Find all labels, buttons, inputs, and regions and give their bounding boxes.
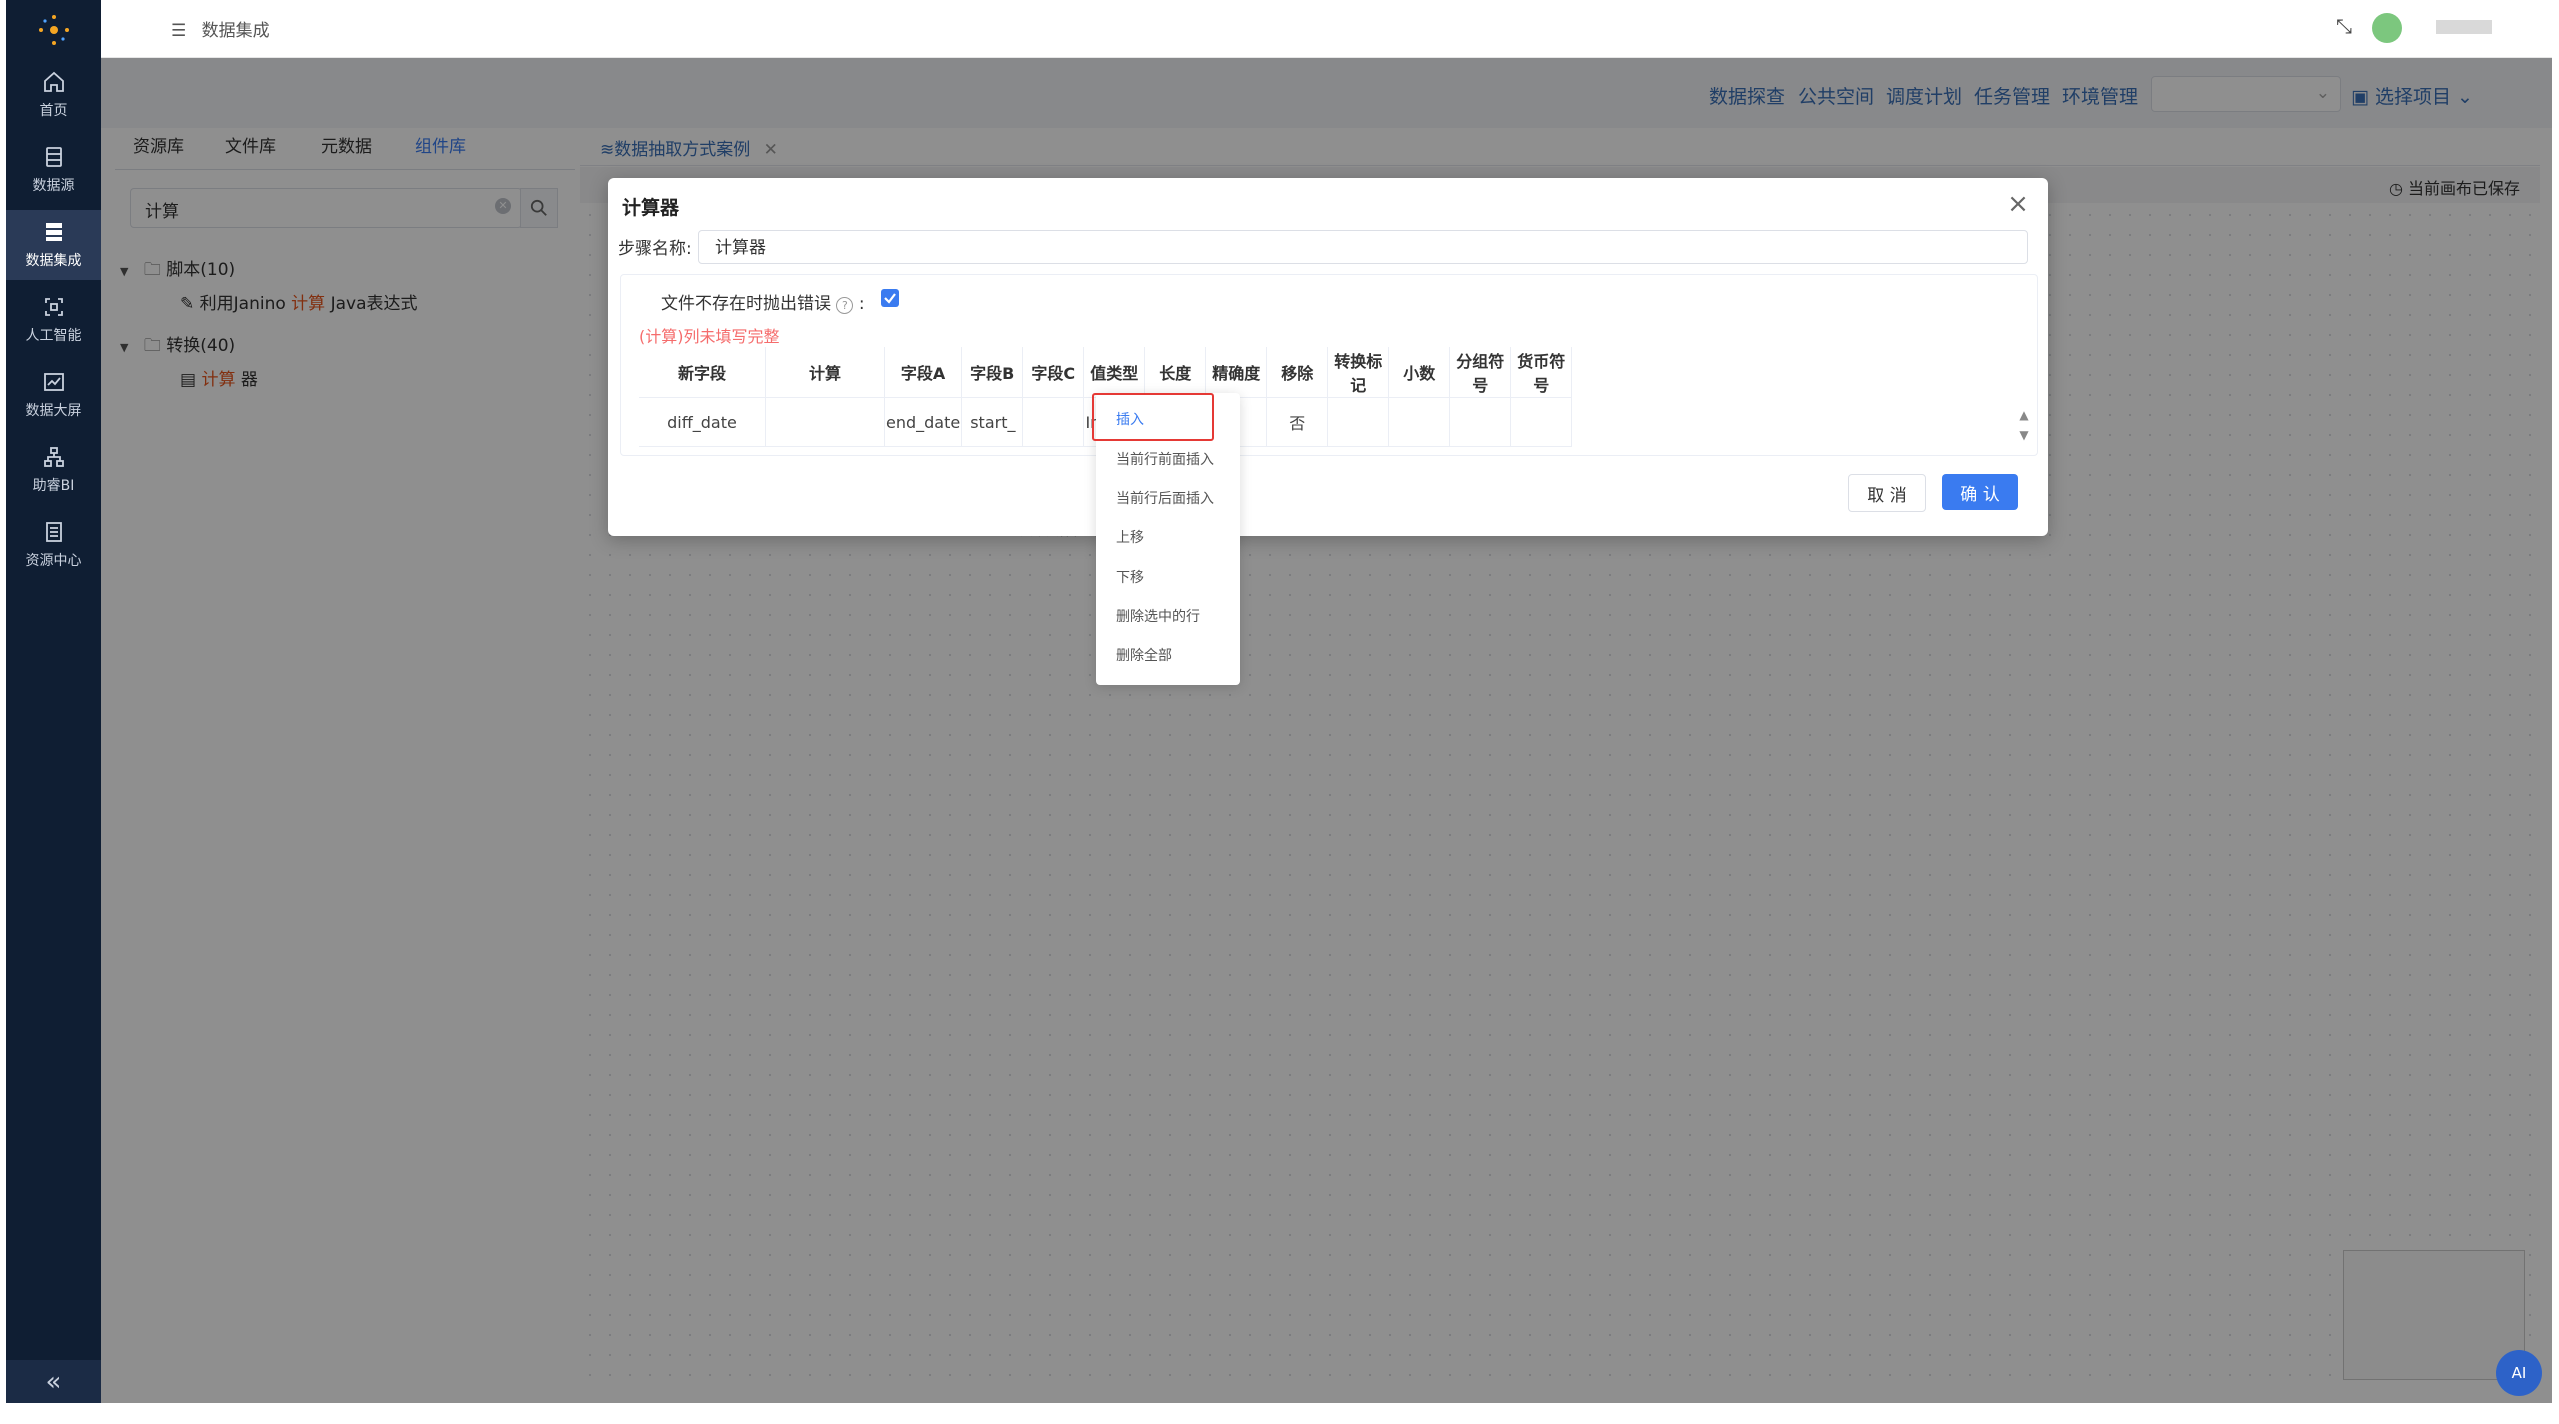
app-logo[interactable] [6,10,101,50]
col-header: 分组符号 [1449,347,1512,398]
cell-grouping[interactable] [1449,397,1512,447]
dialog-title: 计算器 [622,197,680,219]
scroll-down-icon[interactable]: ▼ [2017,425,2031,445]
calc-panel: 文件不存在时抛出错误 ? : (计算)列未填写完整 新字段 计算 字段A 字段B… [620,274,2038,456]
menu-item-insert-after[interactable]: 当前行后面插入 [1116,488,1214,508]
double-chevron-left-icon: « [45,1366,62,1397]
col-header: 字段B [961,347,1024,398]
cell-conversion-mask[interactable] [1327,397,1390,447]
checkmark-icon [884,293,896,304]
validation-error: (计算)列未填写完整 [639,327,780,346]
cell-currency[interactable] [1510,397,1573,447]
cell-field-b[interactable]: start_ [961,397,1024,447]
col-header: 长度 [1144,347,1207,398]
cell-calc[interactable] [765,397,885,447]
table-scrollbar[interactable]: ▲ ▼ [2017,405,2031,455]
close-icon[interactable]: × [2006,191,2030,217]
top-header: ☰ 数据集成 ⤡ [101,0,2552,58]
fullscreen-icon[interactable]: ⤡ [2336,14,2352,38]
database-icon [45,147,62,167]
sidebar-item-bi[interactable]: 助睿BI [6,435,101,505]
sidebar-item-home[interactable]: 首页 [6,60,101,130]
step-name-input[interactable]: 计算器 [698,230,2028,264]
sidebar-item-ai[interactable]: 人工智能 [6,285,101,355]
highlight-box [1092,393,1214,441]
menu-item-insert[interactable]: 插入 [1116,409,1144,429]
menu-item-delete-all[interactable]: 删除全部 [1116,645,1172,665]
menu-item-insert-before[interactable]: 当前行前面插入 [1116,449,1214,469]
col-header: 小数 [1388,347,1451,398]
menu-item-move-down[interactable]: 下移 [1116,567,1144,587]
col-header: 字段C [1022,347,1085,398]
ai-assistant-button[interactable]: AI [2496,1350,2542,1396]
cell-field-c[interactable] [1022,397,1085,447]
sidebar-item-resource[interactable]: 资源中心 [6,510,101,580]
throw-error-label: 文件不存在时抛出错误 ? : [661,294,865,314]
confirm-button[interactable]: 确 认 [1942,474,2018,510]
cell-new-field[interactable]: diff_date [639,397,766,447]
cell-remove[interactable]: 否 [1266,397,1329,447]
username-blurred[interactable] [2436,20,2492,34]
col-header: 新字段 [639,347,766,398]
row-context-menu: 插入 当前行前面插入 当前行后面插入 上移 下移 删除选中的行 删除全部 [1092,393,1240,685]
chart-icon [43,373,64,391]
bi-icon [43,447,64,467]
col-header: 字段A [884,347,963,398]
resource-icon [45,522,62,542]
avatar[interactable] [2372,13,2402,43]
throw-error-checkbox[interactable] [881,289,899,307]
col-header: 货币符号 [1510,347,1573,398]
logo-icon [38,15,69,45]
cancel-button[interactable]: 取 消 [1848,474,1926,512]
sidebar-item-dashboard[interactable]: 数据大屏 [6,360,101,430]
collapse-sidebar-button[interactable]: « [6,1360,101,1403]
cell-decimal[interactable] [1388,397,1451,447]
col-header: 计算 [765,347,885,398]
col-header: 移除 [1266,347,1329,398]
ai-icon [44,298,63,316]
menu-icon[interactable]: ☰ [171,21,186,41]
breadcrumb: ☰ 数据集成 [171,21,270,41]
calculator-dialog: 计算器 × 步骤名称: 计算器 文件不存在时抛出错误 ? : (计算)列未填写完… [608,178,2048,536]
sidebar: 首页 数据源 数据集成 人工智能 数据大屏 助睿BI 资源中心 « [6,0,101,1403]
table-header-row: 新字段 计算 字段A 字段B 字段C 值类型 长度 精确度 移除 转换标记 小数… [639,347,1573,398]
home-icon [43,71,64,92]
col-header: 精确度 [1205,347,1268,398]
col-header: 转换标记 [1327,347,1390,398]
scroll-up-icon[interactable]: ▲ [2017,405,2031,425]
sidebar-item-integration[interactable]: 数据集成 [6,210,101,280]
col-header: 值类型 [1083,347,1146,398]
cell-field-a[interactable]: end_date [884,397,963,447]
sidebar-item-datasource[interactable]: 数据源 [6,135,101,205]
menu-item-delete-selected[interactable]: 删除选中的行 [1116,606,1200,626]
integration-icon [45,223,62,241]
menu-item-move-up[interactable]: 上移 [1116,527,1144,547]
help-icon[interactable]: ? [836,297,854,314]
step-name-label: 步骤名称: [618,239,692,259]
